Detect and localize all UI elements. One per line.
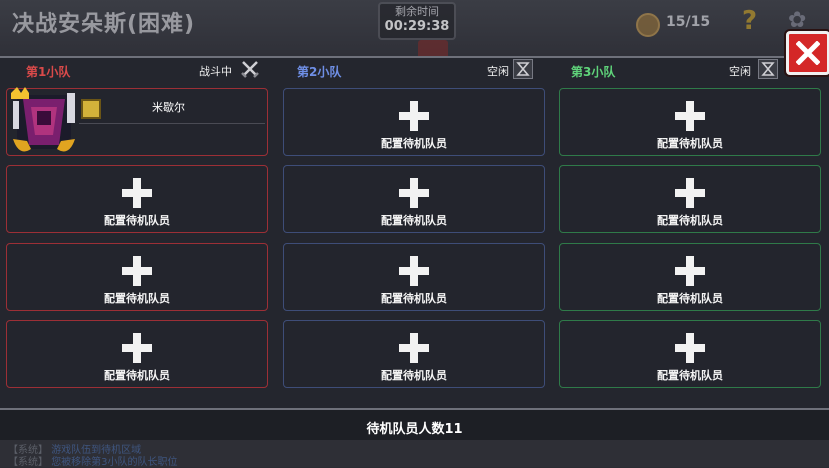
- plus-icon: [399, 333, 429, 363]
- team-2-status: 空闲: [487, 65, 509, 78]
- team-2-name: 第2小队: [297, 65, 342, 79]
- close-button[interactable]: [786, 31, 829, 75]
- team-2-header: 第2小队 空闲: [283, 58, 551, 80]
- plus-icon: [399, 101, 429, 131]
- slot-label: 配置待机队员: [657, 369, 723, 382]
- settings-icon[interactable]: ✿: [788, 8, 806, 33]
- system-log: 【系统】 游戏队伍到待机区域 【系统】 您被移除第3小队的队长职位: [0, 440, 829, 468]
- team-1-name: 第1小队: [26, 65, 71, 79]
- plus-icon: [399, 256, 429, 286]
- plus-icon: [675, 333, 705, 363]
- remaining-time-panel: 剩余时间 00:29:38: [378, 2, 456, 40]
- slot-label: 配置待机队员: [104, 214, 170, 227]
- coin-icon: [636, 13, 660, 37]
- plus-icon: [675, 178, 705, 208]
- empty-slot[interactable]: 配置待机队员: [6, 320, 268, 388]
- slot-label: 配置待机队员: [381, 137, 447, 150]
- crossed-swords-icon[interactable]: [240, 59, 260, 79]
- character-avatar: [11, 87, 75, 152]
- empty-slot[interactable]: 配置待机队员: [559, 165, 821, 233]
- plus-icon: [122, 178, 152, 208]
- empty-slot[interactable]: 配置待机队员: [6, 165, 268, 233]
- log-text: 您被移除第3小队的队长职位: [51, 457, 178, 468]
- coin-count: 15/15: [666, 14, 711, 30]
- hourglass-icon[interactable]: [758, 59, 778, 79]
- team-3-name: 第3小队: [571, 65, 616, 79]
- slot-label: 配置待机队员: [104, 292, 170, 305]
- empty-slot[interactable]: 配置待机队员: [283, 243, 545, 311]
- member-card[interactable]: 米歇尔: [6, 87, 268, 156]
- team-1-status: 战斗中: [199, 65, 232, 78]
- divider: [79, 123, 265, 124]
- slot-label: 配置待机队员: [104, 369, 170, 382]
- empty-slot[interactable]: 配置待机队员: [559, 320, 821, 388]
- page-title: 决战安朵斯(困难): [12, 12, 196, 37]
- game-header: 决战安朵斯(困难) 剩余时间 00:29:38 15/15 ? ✿: [0, 0, 829, 60]
- team-panel: 第1小队 战斗中 米歇尔 配置待机队员 配置待机队员 配置待机队员 第2小队 空…: [0, 56, 829, 410]
- slot-label: 配置待机队员: [657, 292, 723, 305]
- plus-icon: [122, 256, 152, 286]
- hourglass-icon[interactable]: [513, 59, 533, 79]
- team-3-status: 空闲: [729, 65, 751, 78]
- log-tag: 【系统】: [8, 457, 48, 468]
- plus-icon: [122, 333, 152, 363]
- empty-slot[interactable]: 配置待机队员: [283, 165, 545, 233]
- slot-label: 配置待机队员: [381, 292, 447, 305]
- standby-count: 待机队员人数11: [366, 422, 463, 437]
- slot-label: 配置待机队员: [381, 369, 447, 382]
- slot-label: 配置待机队员: [657, 214, 723, 227]
- empty-slot[interactable]: 配置待机队员: [559, 88, 821, 156]
- empty-slot[interactable]: 配置待机队员: [6, 243, 268, 311]
- timer-label: 剩余时间: [395, 5, 439, 18]
- log-line: 【系统】 您被移除第3小队的队长职位: [8, 453, 178, 468]
- timer-value: 00:29:38: [384, 19, 450, 34]
- slot-label: 配置待机队员: [657, 137, 723, 150]
- plus-icon: [399, 178, 429, 208]
- standby-count-bar: 待机队员人数11: [0, 408, 829, 442]
- empty-slot[interactable]: 配置待机队员: [559, 243, 821, 311]
- member-name: 米歇尔: [152, 101, 185, 114]
- team-1-header: 第1小队 战斗中: [6, 58, 274, 80]
- close-icon: [796, 41, 820, 65]
- slot-label: 配置待机队员: [381, 214, 447, 227]
- plus-icon: [675, 101, 705, 131]
- help-icon[interactable]: ?: [742, 6, 757, 36]
- plus-icon: [675, 256, 705, 286]
- empty-slot[interactable]: 配置待机队员: [283, 88, 545, 156]
- empty-slot[interactable]: 配置待机队员: [283, 320, 545, 388]
- role-badge-icon: [81, 99, 101, 119]
